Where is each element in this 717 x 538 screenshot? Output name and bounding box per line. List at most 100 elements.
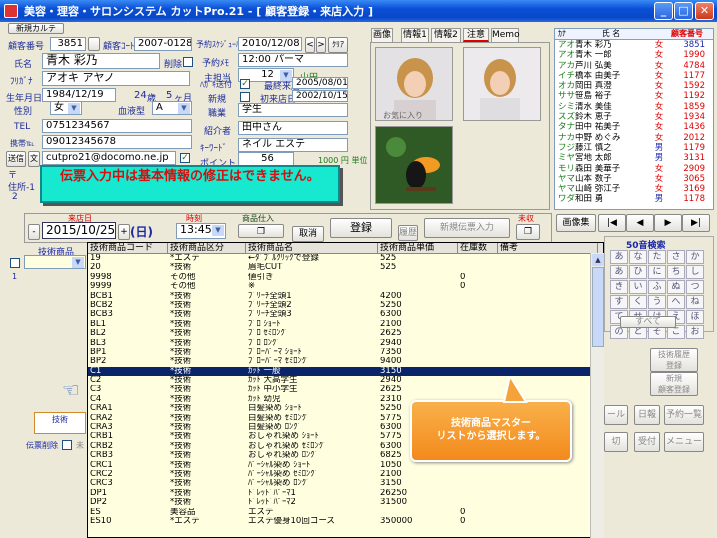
grid-row[interactable]: 20 *技術 眉毛CUT 525 bbox=[88, 263, 603, 272]
new-checkbox[interactable] bbox=[240, 92, 250, 102]
customer-list-row[interactable]: シミ 清水 美佳 女 1859 bbox=[555, 102, 713, 112]
history-button[interactable]: 履歴 bbox=[398, 225, 418, 241]
new-customer-button[interactable]: 新規 顧客登録 bbox=[650, 372, 698, 396]
grid-row[interactable]: BCB1 *技術 ﾌﾞﾘｰﾁ全頭1 4200 bbox=[88, 292, 603, 301]
customer-list[interactable]: ｶﾅ 氏 名 顧客番号 アオ 青木 彩乃女 3851 アオ 青木 一郎女 1990 アカ 芦川… bbox=[554, 28, 714, 210]
minimize-button[interactable]: _ bbox=[654, 2, 673, 20]
grid-row[interactable]: BL3 *技術 ﾌﾞﾛ ﾛﾝｸﾞ 2940 bbox=[88, 339, 603, 348]
tel-field[interactable]: 0751234567 bbox=[42, 119, 192, 133]
kana-key[interactable]: な bbox=[629, 250, 647, 264]
kana-key[interactable]: ほ bbox=[686, 310, 704, 324]
customer-list-row[interactable]: オカ 岡田 真澄 女 1592 bbox=[555, 81, 713, 91]
kana-key[interactable]: お bbox=[686, 325, 704, 339]
kana-key[interactable]: へ bbox=[667, 295, 685, 309]
maximize-button[interactable]: □ bbox=[674, 2, 693, 20]
schedule-date-field[interactable]: 2010/12/08 bbox=[238, 37, 302, 51]
prev-record-button[interactable]: ◀ bbox=[626, 214, 654, 232]
cut-button[interactable]: 切 bbox=[604, 432, 628, 452]
register-button[interactable]: 登録 bbox=[330, 218, 392, 238]
customer-list-row[interactable]: ワダ 和田 勇 男 1178 bbox=[555, 194, 713, 204]
mobile-field[interactable]: 09012345678 bbox=[42, 135, 192, 149]
reservation-list-button[interactable]: 予約一覧 bbox=[664, 405, 704, 425]
product-purchase-button[interactable]: ❐ bbox=[238, 224, 284, 238]
tab-memo[interactable]: Memo bbox=[491, 28, 520, 42]
tab-info1[interactable]: 情報1 bbox=[401, 28, 429, 42]
grid-row[interactable]: CRC3 *技術 ﾊﾟｰｼｬﾙ染め ﾛﾝｸﾞ 3150 bbox=[88, 479, 603, 488]
customer-list-row[interactable]: アオ 青木 彩乃 女 3851 bbox=[555, 40, 713, 50]
kana-key[interactable]: た bbox=[648, 250, 666, 264]
kana-key[interactable]: ふ bbox=[648, 280, 666, 294]
tech-history-button[interactable]: 技術履歴 登録 bbox=[650, 348, 698, 372]
grid-row[interactable]: DP2 *技術 ﾄﾞﾚｯﾄﾞﾊﾟｰﾏ2 31500 bbox=[88, 498, 603, 507]
customer-photo-3[interactable] bbox=[375, 126, 453, 204]
gender-select[interactable]: 女 bbox=[50, 101, 82, 115]
grid-row[interactable]: ES10 *エステ エステ優身10回コース 350000 0 bbox=[88, 517, 603, 526]
name-field[interactable]: 青木 彩乃 bbox=[42, 53, 160, 69]
kana-key[interactable]: く bbox=[629, 295, 647, 309]
slip-delete-checkbox[interactable] bbox=[62, 440, 72, 450]
customer-list-row[interactable]: ササ 笹島 裕子 女 1192 bbox=[555, 91, 713, 101]
furigana-field[interactable]: アオキ アヤノ bbox=[42, 71, 190, 86]
customer-list-row[interactable]: フジ 藤江 慎之 男 1179 bbox=[555, 143, 713, 153]
customer-code-field[interactable]: 2007-0128 bbox=[134, 37, 192, 51]
grid-row[interactable]: CRC2 *技術 ﾊﾟｰｼｬﾙ染め ｾﾐﾛﾝｸﾞ 2100 bbox=[88, 470, 603, 479]
tech-row-checkbox[interactable] bbox=[10, 258, 20, 268]
intro-field[interactable]: 田中さん bbox=[238, 121, 348, 135]
grid-scrollbar[interactable]: ▲ bbox=[590, 253, 604, 538]
kana-key[interactable]: に bbox=[648, 265, 666, 279]
job-field[interactable]: 学生 bbox=[238, 103, 348, 117]
kana-key[interactable]: う bbox=[648, 295, 666, 309]
image-gallery-button[interactable]: 画像集 bbox=[556, 214, 596, 232]
date-next-button[interactable]: + bbox=[118, 224, 130, 240]
kana-key[interactable]: か bbox=[686, 250, 704, 264]
delete-checkbox[interactable] bbox=[183, 57, 193, 67]
visit-time-select[interactable]: 13:45 bbox=[176, 223, 226, 239]
scroll-up-icon[interactable]: ▲ bbox=[592, 254, 604, 266]
memo-field[interactable]: 12:00 パーマ bbox=[238, 53, 348, 67]
customer-list-row[interactable]: スズ 鈴木 恵子 女 1934 bbox=[555, 112, 713, 122]
new-card-button[interactable]: 新規カルテ bbox=[8, 23, 64, 34]
grid-row[interactable]: 19 *エステ ←ﾀﾞﾌﾞﾙｸﾘｯｸで登録 525 bbox=[88, 254, 603, 263]
tab-image[interactable]: 画像 bbox=[371, 28, 393, 42]
last-record-button[interactable]: ▶| bbox=[682, 214, 710, 232]
customer-number-lookup[interactable] bbox=[88, 37, 100, 51]
kana-key[interactable]: ね bbox=[686, 295, 704, 309]
grid-row[interactable]: DP1 *技術 ﾄﾞﾚｯﾄﾞﾊﾟｰﾏ1 26250 bbox=[88, 489, 603, 498]
email-checkbox[interactable]: ✓ bbox=[180, 153, 190, 163]
customer-list-row[interactable]: モリ 森田 美華子 女 2909 bbox=[555, 164, 713, 174]
grid-row[interactable]: BL2 *技術 ﾌﾞﾛ ｾﾐﾛﾝｸﾞ 2625 bbox=[88, 329, 603, 338]
grid-row[interactable]: CRC1 *技術 ﾊﾟｰｼｬﾙ染め ｼｮｰﾄ 1050 bbox=[88, 461, 603, 470]
customer-number-field[interactable]: 3851 bbox=[50, 37, 86, 51]
schedule-prev-button[interactable]: < bbox=[305, 37, 315, 53]
kana-all-button[interactable]: すべて bbox=[620, 316, 676, 328]
clear-button[interactable]: ｸﾘｱ bbox=[328, 37, 348, 53]
customer-list-row[interactable]: ミヤ 宮地 太郎 男 3131 bbox=[555, 153, 713, 163]
daily-report-button[interactable]: 日報 bbox=[634, 405, 660, 425]
unpaid-button[interactable]: ❐ bbox=[516, 224, 540, 240]
close-button[interactable]: ✕ bbox=[695, 2, 714, 20]
customer-list-row[interactable]: アカ 芦川 弘美 女 4784 bbox=[555, 61, 713, 71]
cancel-button[interactable]: 取消 bbox=[292, 226, 324, 242]
grid-row[interactable]: BCB3 *技術 ﾌﾞﾘｰﾁ全頭3 6300 bbox=[88, 310, 603, 319]
customer-list-row[interactable]: ヤマ 山崎 弥江子 女 3169 bbox=[555, 184, 713, 194]
dm-checkbox[interactable]: ✓ bbox=[240, 79, 250, 89]
grid-row[interactable]: BL1 *技術 ﾌﾞﾛ ｼｮｰﾄ 2100 bbox=[88, 320, 603, 329]
grid-row[interactable]: BP2 *技術 ﾌﾞﾛｰﾊﾟｰﾏ ｾﾐﾛﾝｸﾞ 9400 bbox=[88, 357, 603, 366]
email-field[interactable]: cutpro21@docomo.ne.jp bbox=[42, 151, 176, 165]
menu-button[interactable]: メニュー bbox=[664, 432, 704, 452]
keyword-field[interactable]: ネイル エステ bbox=[238, 138, 348, 152]
customer-list-row[interactable]: イチ 橋本 由美子 女 1177 bbox=[555, 71, 713, 81]
kana-key[interactable]: す bbox=[610, 295, 628, 309]
mail-send-button[interactable]: 送信 bbox=[6, 151, 26, 167]
grid-row[interactable]: 9999 その他 ※ 0 bbox=[88, 282, 603, 291]
kana-key[interactable]: さ bbox=[667, 250, 685, 264]
kana-key[interactable]: ち bbox=[667, 265, 685, 279]
kana-key[interactable]: つ bbox=[686, 280, 704, 294]
customer-photo-2[interactable] bbox=[463, 47, 541, 121]
customer-list-row[interactable]: タナ 田中 祐美子 女 1436 bbox=[555, 122, 713, 132]
schedule-next-button[interactable]: > bbox=[316, 37, 326, 53]
customer-list-row[interactable]: ヤマ 山本 数子 女 3065 bbox=[555, 174, 713, 184]
grid-row[interactable]: BCB2 *技術 ﾌﾞﾘｰﾁ全頭2 5250 bbox=[88, 301, 603, 310]
grid-row[interactable]: 9998 その他 値引き 0 bbox=[88, 273, 603, 282]
kana-key[interactable]: ぬ bbox=[667, 280, 685, 294]
